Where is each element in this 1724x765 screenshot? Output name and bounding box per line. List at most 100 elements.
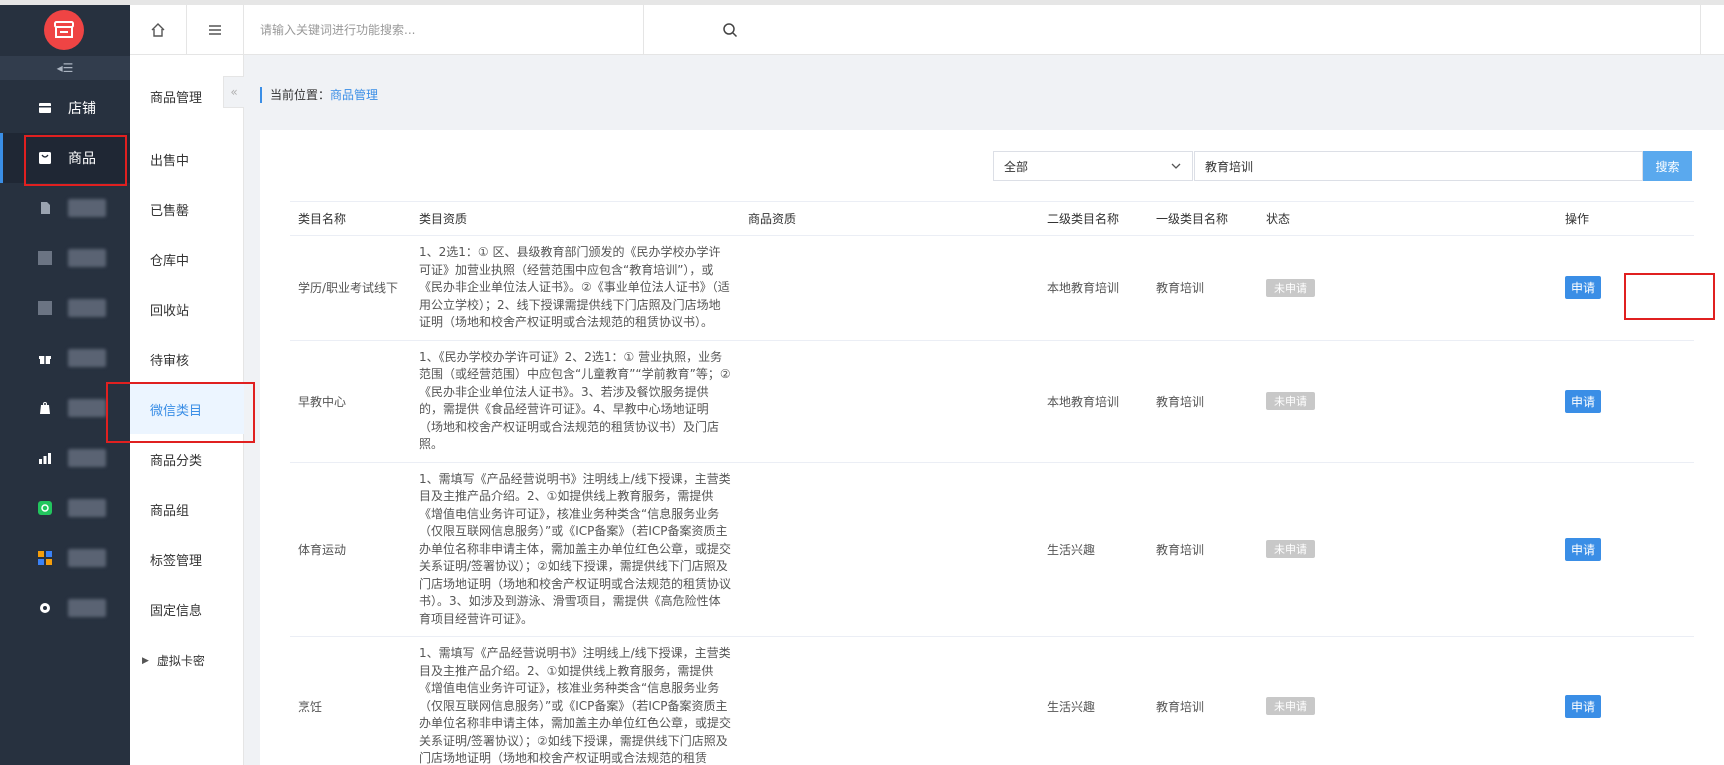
cell-action: 申请 (1557, 235, 1694, 341)
status-badge: 未申请 (1266, 392, 1315, 410)
topbar-edge (1700, 5, 1724, 55)
sidebar-item-settings[interactable] (0, 583, 130, 633)
top-border (0, 0, 1724, 5)
blurred-label (68, 199, 106, 217)
search-button[interactable]: 搜索 (1643, 151, 1692, 181)
cell-name: 烹饪 (290, 636, 411, 765)
cell-product-qualification (740, 235, 1039, 341)
breadcrumb-prefix: 当前位置： (270, 88, 331, 102)
table-row: 体育运动 1、需填写《产品经营说明书》注明线上/线下授课，主营类目及主推产品介绍… (290, 462, 1694, 637)
subnav-item-on-sale[interactable]: 出售中 (130, 134, 244, 184)
blurred-label (68, 399, 106, 417)
function-search-input[interactable] (260, 20, 590, 40)
apps-icon (38, 551, 52, 565)
bag-icon (38, 401, 52, 415)
search-icon[interactable] (722, 22, 738, 38)
sidebar-item-chart[interactable] (0, 433, 130, 483)
subnav-title: 商品管理 (150, 91, 203, 106)
cell-level1: 教育培训 (1148, 340, 1258, 463)
cell-status: 未申请 (1258, 235, 1557, 341)
col-header-level1: 一级类目名称 (1148, 201, 1258, 236)
subnav-item-wechat-category[interactable]: 微信类目 (130, 384, 244, 434)
cell-level1: 教育培训 (1148, 636, 1258, 765)
home-button[interactable] (130, 5, 187, 55)
breadcrumb-current[interactable]: 商品管理 (330, 88, 378, 102)
breadcrumb: 当前位置：商品管理 (260, 87, 378, 103)
apply-button[interactable]: 申请 (1565, 389, 1602, 413)
sidebar-item-apps[interactable] (0, 533, 130, 583)
cell-name: 体育运动 (290, 462, 411, 637)
gear-icon (38, 601, 52, 615)
sidebar-collapse-toggle[interactable]: ◂☰ (0, 56, 130, 80)
subnav-item-fixed-info[interactable]: 固定信息 (130, 584, 244, 634)
sidebar-item-label: 商品 (68, 151, 96, 167)
blurred-label (68, 499, 106, 517)
sidebar-item-blurred-1[interactable] (0, 183, 130, 233)
main-sidebar: ◂☰ 店铺 商品 (0, 0, 130, 765)
cell-qualification: 1、需填写《产品经营说明书》注明线上/线下授课，主营类目及主推产品介绍。2、①如… (411, 462, 740, 637)
caret-right-icon: ▶ (142, 655, 149, 666)
blurred-label (68, 599, 106, 617)
menu-button[interactable] (187, 5, 244, 55)
chart-icon (38, 451, 52, 465)
top-bar (130, 5, 1724, 55)
cell-qualification: 1、2选1：① 区、县级教育部门颁发的《民办学校办学许可证》加营业执照（经营范围… (411, 235, 740, 341)
category-filter-select[interactable]: 全部 (993, 151, 1193, 181)
apply-button[interactable]: 申请 (1565, 276, 1602, 300)
sidebar-item-shop[interactable]: 店铺 (0, 83, 130, 133)
cell-qualification: 1、《民办学校办学许可证》2、2选1：① 营业执照，业务范围（或经营范围）中应包… (411, 340, 740, 463)
subnav-item-pending-review[interactable]: 待审核 (130, 334, 244, 384)
sub-sidebar: 商品管理 « 出售中 已售罄 仓库中 回收站 待审核 微信类目 商品分类 商品组… (130, 55, 244, 765)
blurred-label (68, 549, 106, 567)
keyword-input[interactable] (1194, 151, 1643, 181)
status-badge: 未申请 (1266, 697, 1315, 716)
blurred-icon (38, 301, 52, 315)
function-search (244, 5, 738, 55)
subnav-item-product-category[interactable]: 商品分类 (130, 434, 244, 484)
cell-level2: 本地教育培训 (1039, 340, 1148, 463)
blurred-label (68, 299, 106, 317)
cell-product-qualification (740, 636, 1039, 765)
select-value: 全部 (1004, 159, 1029, 174)
subnav-item-sold-out[interactable]: 已售罄 (130, 184, 244, 234)
col-header-level2: 二级类目名称 (1039, 201, 1148, 236)
table-row: 早教中心 1、《民办学校办学许可证》2、2选1：① 营业执照，业务范围（或经营范… (290, 340, 1694, 463)
chevron-down-icon (1171, 163, 1181, 169)
sidebar-item-mini-program[interactable] (0, 483, 130, 533)
mini-program-icon (38, 501, 52, 515)
subnav-item-recycle-bin[interactable]: 回收站 (130, 284, 244, 334)
blurred-icon (38, 251, 52, 265)
subnav-fold-button[interactable]: « (223, 76, 244, 108)
subnav-group-virtual-card[interactable]: ▶ 虚拟卡密 (142, 652, 205, 669)
menu-icon (209, 25, 221, 35)
subnav-group-label: 虚拟卡密 (156, 654, 205, 668)
product-icon (38, 151, 52, 165)
sidebar-item-blurred-3[interactable] (0, 283, 130, 333)
cell-status: 未申请 (1258, 636, 1557, 765)
subnav-item-tag-management[interactable]: 标签管理 (130, 534, 244, 584)
sidebar-item-blurred-2[interactable] (0, 233, 130, 283)
apply-button[interactable]: 申请 (1565, 537, 1602, 561)
col-header-product-qualification: 商品资质 (740, 201, 1039, 236)
gift-icon (38, 351, 52, 365)
blurred-label (68, 349, 106, 367)
apply-button[interactable]: 申请 (1565, 694, 1602, 718)
col-header-qualification: 类目资质 (411, 201, 740, 236)
subnav-item-product-group[interactable]: 商品组 (130, 484, 244, 534)
shop-logo-icon[interactable] (44, 10, 84, 50)
subnav-item-warehouse[interactable]: 仓库中 (130, 234, 244, 284)
cell-level2: 生活兴趣 (1039, 636, 1148, 765)
cell-level2: 生活兴趣 (1039, 462, 1148, 637)
sidebar-item-product[interactable]: 商品 (0, 133, 130, 183)
sidebar-item-bag[interactable] (0, 383, 130, 433)
col-header-status: 状态 (1258, 201, 1557, 236)
cell-level1: 教育培训 (1148, 462, 1258, 637)
sidebar-item-gift[interactable] (0, 333, 130, 383)
cell-status: 未申请 (1258, 340, 1557, 463)
cell-action: 申请 (1557, 340, 1694, 463)
cell-level2: 本地教育培训 (1039, 235, 1148, 341)
cell-name: 早教中心 (290, 340, 411, 463)
document-icon (38, 201, 52, 215)
cell-name: 学历/职业考试线下 (290, 235, 411, 341)
cell-action: 申请 (1557, 462, 1694, 637)
